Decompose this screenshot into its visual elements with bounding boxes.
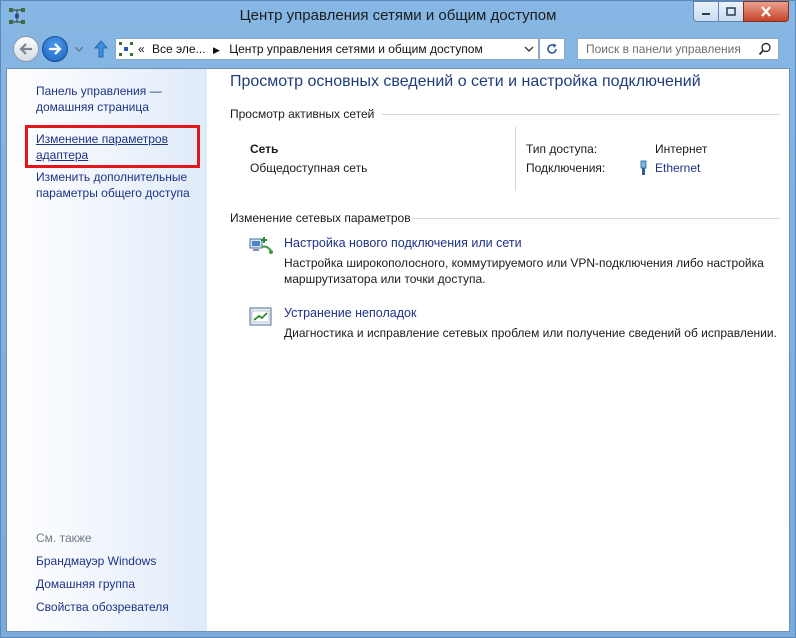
see-also-internet-options[interactable]: Свойства обозревателя <box>36 599 201 615</box>
arrow-right-icon <box>49 43 62 55</box>
window: Центр управления сетями и общим доступом <box>0 0 796 638</box>
active-networks-heading: Просмотр активных сетей <box>230 107 375 121</box>
search-icon[interactable] <box>758 42 772 56</box>
troubleshoot-description: Диагностика и исправление сетевых пробле… <box>284 326 777 340</box>
highlight-box <box>25 125 200 168</box>
recent-pages-chevron-icon[interactable] <box>73 43 85 55</box>
see-also-firewall[interactable]: Брандмауэр Windows <box>36 553 201 569</box>
maximize-button[interactable] <box>718 1 744 22</box>
close-button[interactable] <box>743 1 789 22</box>
troubleshoot-icon <box>249 307 272 326</box>
divider <box>412 218 780 219</box>
new-connection-description: Настройка широкополосного, коммутируемог… <box>284 256 764 270</box>
see-also-heading: См. также <box>36 531 92 545</box>
minimize-icon <box>702 12 710 15</box>
content-area: Панель управления — домашняя страница Из… <box>6 68 790 632</box>
network-type[interactable]: Общедоступная сеть <box>250 161 367 175</box>
sidebar-link-advanced-sharing[interactable]: Изменить дополнительные параметры общего… <box>36 169 201 201</box>
network-center-icon <box>119 42 133 56</box>
window-title: Центр управления сетями и общим доступом <box>239 7 557 24</box>
breadcrumb-overflow[interactable]: « <box>138 42 145 56</box>
breadcrumb: « Все эле... ▶ Центр управления сетями и… <box>138 42 483 56</box>
divider <box>515 127 516 191</box>
new-connection-icon <box>249 237 273 254</box>
troubleshoot-link[interactable]: Устранение неполадок <box>284 306 416 320</box>
search-input[interactable]: Поиск в панели управления <box>586 42 741 56</box>
search-box[interactable]: Поиск в панели управления <box>577 38 779 60</box>
breadcrumb-parent[interactable]: Все эле... <box>152 42 206 56</box>
address-bar[interactable]: « Все эле... ▶ Центр управления сетями и… <box>115 38 539 60</box>
ethernet-icon <box>640 160 647 175</box>
see-also-homegroup[interactable]: Домашняя группа <box>36 576 201 592</box>
divider <box>382 114 780 115</box>
sidebar: Панель управления — домашняя страница Из… <box>7 69 207 631</box>
title-bar[interactable]: Центр управления сетями и общим доступом <box>1 1 795 31</box>
connections-label: Подключения: <box>526 161 606 175</box>
new-connection-link[interactable]: Настройка нового подключения или сети <box>284 236 522 250</box>
back-button[interactable] <box>13 36 39 62</box>
new-connection-description: маршрутизатора или точки доступа. <box>284 272 486 286</box>
refresh-button[interactable] <box>539 38 565 60</box>
access-type-label: Тип доступа: <box>526 142 598 156</box>
forward-button[interactable] <box>42 36 68 62</box>
sidebar-link-control-panel-home[interactable]: Панель управления — домашняя страница <box>36 83 201 115</box>
address-dropdown-button[interactable] <box>519 38 539 60</box>
connection-ethernet-link[interactable]: Ethernet <box>655 161 700 175</box>
close-icon <box>761 6 771 17</box>
network-name: Сеть <box>250 142 279 156</box>
chevron-down-icon <box>524 46 533 52</box>
breadcrumb-separator-icon[interactable]: ▶ <box>213 45 220 55</box>
page-title: Просмотр основных сведений о сети и наст… <box>230 73 701 90</box>
maximize-icon <box>726 7 736 16</box>
up-arrow-icon[interactable] <box>93 40 109 58</box>
access-type-value: Интернет <box>655 142 708 156</box>
minimize-button[interactable] <box>693 1 719 22</box>
refresh-icon <box>547 43 557 54</box>
arrow-left-icon <box>19 43 32 55</box>
change-settings-heading: Изменение сетевых параметров <box>230 211 411 225</box>
breadcrumb-current[interactable]: Центр управления сетями и общим доступом <box>229 42 483 56</box>
navigation-bar: « Все эле... ▶ Центр управления сетями и… <box>1 31 795 67</box>
